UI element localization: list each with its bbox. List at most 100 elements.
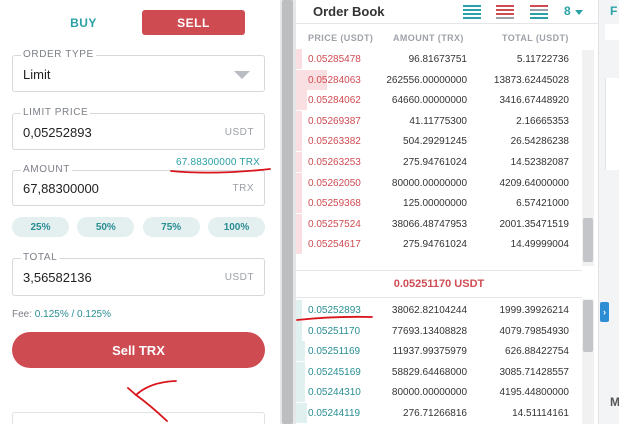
both-sides-view-icon[interactable] bbox=[463, 5, 481, 19]
bid-amount: 276.71266816 bbox=[403, 408, 467, 419]
order-book-header: Order Book bbox=[296, 0, 598, 24]
limit-price-field[interactable]: LIMIT PRICE 0,05252893 USDT bbox=[12, 107, 265, 150]
order-type-label: ORDER TYPE bbox=[21, 49, 96, 60]
amount-column-header: AMOUNT (TRX) bbox=[393, 33, 464, 43]
ask-amount: 262556.00000000 bbox=[386, 74, 467, 86]
limit-price-unit: USDT bbox=[224, 127, 254, 138]
asks-scrollbar-thumb[interactable] bbox=[583, 218, 593, 262]
bottom-card bbox=[12, 412, 265, 424]
ask-price: 0.05269387 bbox=[308, 115, 361, 127]
bids-scrollbar[interactable] bbox=[582, 299, 594, 424]
percent-25-button[interactable]: 25% bbox=[12, 217, 69, 237]
ask-total: 4209.64000000 bbox=[499, 177, 569, 189]
asks-scrollbar[interactable] bbox=[582, 50, 594, 266]
ask-amount: 80000.00000000 bbox=[391, 177, 467, 189]
ask-price: 0.05284063 bbox=[308, 74, 361, 86]
total-label: TOTAL bbox=[21, 252, 60, 263]
depth-select[interactable]: 8 bbox=[564, 4, 571, 18]
limit-price-label: LIMIT PRICE bbox=[21, 107, 91, 118]
bid-depth-bar bbox=[296, 320, 302, 341]
bid-amount: 77693.13408828 bbox=[391, 325, 467, 337]
chevron-down-icon[interactable] bbox=[234, 71, 250, 79]
bid-row[interactable]: 0.05251170 77693.13408828 4079.79854930 bbox=[296, 320, 582, 341]
total-unit: USDT bbox=[224, 272, 254, 283]
chevron-down-icon[interactable] bbox=[575, 10, 583, 15]
sell-tab[interactable]: SELL bbox=[142, 10, 245, 35]
expand-panel-toggle[interactable]: › bbox=[600, 302, 609, 322]
bid-total: 1999.39926214 bbox=[499, 305, 569, 316]
bid-price: 0.05251169 bbox=[308, 346, 361, 358]
bid-total: 4195.44800000 bbox=[499, 387, 569, 399]
side-panel: F › M bbox=[598, 0, 619, 424]
fee-value: 0.125% / 0.125% bbox=[34, 309, 111, 320]
bid-row[interactable]: 0.05244119 276.71266816 14.51114161 bbox=[296, 403, 582, 423]
fee-info: Fee: 0.125% / 0.125% bbox=[12, 309, 111, 320]
bids-scrollbar-thumb[interactable] bbox=[583, 300, 593, 352]
ask-depth-bar bbox=[296, 213, 302, 234]
percent-75-button[interactable]: 75% bbox=[142, 217, 200, 237]
ask-row[interactable]: 0.05257524 38066.48747953 2001.35471519 bbox=[296, 213, 582, 234]
bid-row[interactable]: 0.05245169 58829.64468000 3085.71428557 bbox=[296, 361, 582, 382]
ask-row[interactable]: 0.05284062 64660.00000000 3416.67448920 bbox=[296, 90, 582, 111]
ask-amount: 96.81673751 bbox=[408, 54, 467, 65]
ask-depth-bar bbox=[296, 152, 302, 172]
asks-view-icon[interactable] bbox=[496, 5, 514, 19]
ask-row[interactable]: 0.05262050 80000.00000000 4209.64000000 bbox=[296, 172, 582, 193]
bid-total: 626.88422754 bbox=[505, 346, 569, 358]
ask-depth-bar bbox=[296, 49, 302, 69]
amount-value[interactable]: 67,88300000 bbox=[23, 181, 99, 196]
bid-total: 4079.79854930 bbox=[499, 325, 569, 337]
trade-panel: BUY SELL ORDER TYPE Limit LIMIT PRICE 0,… bbox=[0, 0, 280, 424]
ask-price: 0.05262050 bbox=[308, 177, 361, 189]
ask-row[interactable]: 0.05263253 275.94761024 14.52382087 bbox=[296, 152, 582, 172]
total-value[interactable]: 3,56582136 bbox=[23, 270, 92, 285]
ask-amount: 125.00000000 bbox=[403, 198, 467, 210]
available-balance[interactable]: 67.88300000 TRX bbox=[176, 157, 260, 168]
ask-row[interactable]: 0.05254617 275.94761024 14.49999004 bbox=[296, 234, 582, 255]
ask-price: 0.05257524 bbox=[308, 218, 361, 230]
ask-price: 0.05259368 bbox=[308, 198, 361, 210]
ask-amount: 504.29291245 bbox=[403, 136, 467, 148]
price-column-header: PRICE (USDT) bbox=[308, 33, 374, 43]
ask-amount: 38066.48747953 bbox=[391, 218, 467, 230]
bid-price: 0.05252893 bbox=[308, 305, 361, 316]
ask-total: 14.49999004 bbox=[510, 239, 569, 251]
ask-row[interactable]: 0.05259368 125.00000000 6.57421000 bbox=[296, 193, 582, 214]
ask-row[interactable]: 0.05269387 41.11775300 2.16665353 bbox=[296, 110, 582, 131]
bid-amount: 11937.99375979 bbox=[392, 346, 467, 358]
bid-depth-bar bbox=[296, 361, 305, 382]
order-type-select[interactable]: ORDER TYPE Limit bbox=[12, 49, 265, 92]
buy-tab[interactable]: BUY bbox=[32, 10, 135, 35]
ask-row[interactable]: 0.05284063 262556.00000000 13873.62445028 bbox=[296, 69, 582, 90]
total-field[interactable]: TOTAL 3,56582136 USDT bbox=[12, 252, 265, 296]
ask-amount: 275.94761024 bbox=[403, 239, 467, 251]
ask-price: 0.05254617 bbox=[308, 239, 361, 251]
side-panel-top-letter: F bbox=[610, 4, 618, 18]
bid-depth-bar bbox=[296, 403, 308, 423]
percent-100-button[interactable]: 100% bbox=[207, 217, 265, 237]
panel-scrollbar-thumb[interactable] bbox=[282, 0, 293, 424]
bids-view-icon[interactable] bbox=[530, 5, 548, 19]
bid-row[interactable]: 0.05251169 11937.99375979 626.88422754 bbox=[296, 341, 582, 362]
ask-total: 6.57421000 bbox=[516, 198, 569, 210]
amount-field[interactable]: AMOUNT 67,88300000 TRX bbox=[12, 164, 265, 206]
side-panel-bottom-letter: M bbox=[610, 395, 619, 409]
bid-depth-bar bbox=[296, 382, 305, 403]
ask-amount: 64660.00000000 bbox=[391, 95, 467, 107]
ask-total: 13873.62445028 bbox=[493, 74, 569, 86]
bid-row[interactable]: 0.05244310 80000.00000000 4195.44800000 bbox=[296, 382, 582, 403]
order-book-title: Order Book bbox=[313, 4, 385, 19]
side-panel-block bbox=[605, 24, 619, 40]
limit-price-value[interactable]: 0,05252893 bbox=[23, 125, 92, 140]
panel-scrollbar[interactable] bbox=[280, 0, 296, 424]
sell-trx-button[interactable]: Sell TRX bbox=[12, 332, 265, 368]
ask-depth-bar bbox=[296, 131, 302, 152]
ask-depth-bar bbox=[296, 90, 308, 111]
ask-row[interactable]: 0.05263382 504.29291245 26.54286238 bbox=[296, 131, 582, 152]
bid-row[interactable]: 0.05252893 38062.82104244 1999.39926214 bbox=[296, 300, 582, 320]
ask-amount: 275.94761024 bbox=[403, 157, 467, 168]
ask-total: 26.54286238 bbox=[510, 136, 569, 148]
ask-total: 5.11722736 bbox=[516, 54, 569, 65]
percent-50-button[interactable]: 50% bbox=[77, 217, 135, 237]
ask-row[interactable]: 0.05285478 96.81673751 5.11722736 bbox=[296, 49, 582, 69]
